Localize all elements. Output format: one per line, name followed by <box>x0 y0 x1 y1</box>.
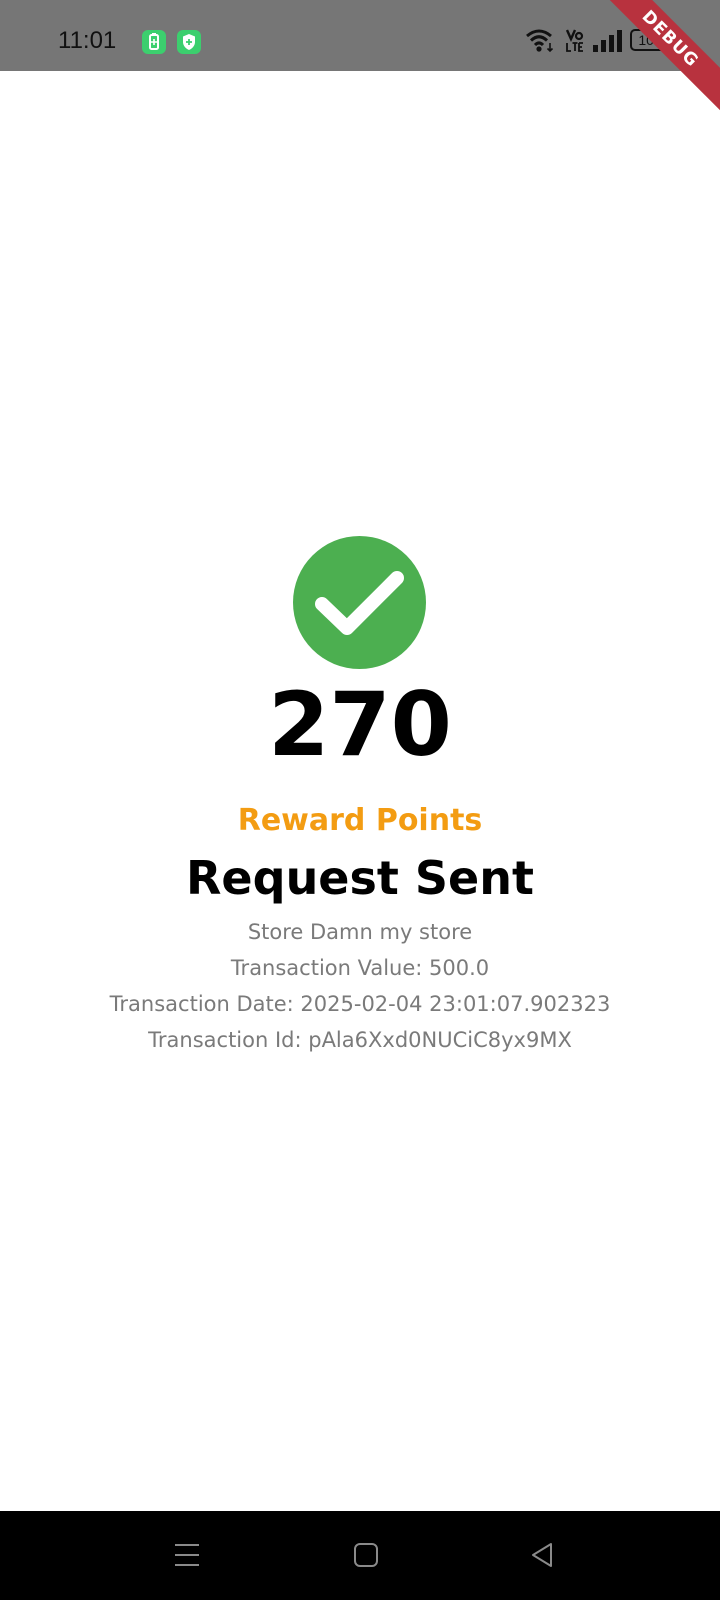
signal-icon <box>592 27 622 59</box>
status-bar: 11:01 DEBUG <box>0 0 720 117</box>
points-label: Reward Points <box>237 803 483 838</box>
battery-saver-icon <box>142 30 166 54</box>
shield-icon <box>177 30 201 54</box>
home-icon[interactable] <box>352 1541 380 1573</box>
points-value: 270 <box>268 673 452 776</box>
store-name: Store Damn my store <box>247 920 473 944</box>
transaction-value: Transaction Value: 500.0 <box>230 956 490 980</box>
transaction-id: Transaction Id: pAla6Xxd0NUCiC8yx9MX <box>148 1028 572 1052</box>
success-screen: 270 Reward Points Request Sent Store Dam… <box>0 71 720 1511</box>
status-time: 11:01 <box>58 27 117 54</box>
menu-icon[interactable] <box>173 1541 201 1573</box>
transaction-date: Transaction Date: 2025-02-04 23:01:07.90… <box>109 992 611 1016</box>
wifi-icon <box>525 27 557 59</box>
back-icon[interactable] <box>529 1541 557 1573</box>
volte-icon <box>565 27 584 59</box>
check-circle-icon <box>293 536 426 669</box>
navigation-bar <box>0 1511 720 1600</box>
request-title: Request Sent <box>186 851 534 905</box>
